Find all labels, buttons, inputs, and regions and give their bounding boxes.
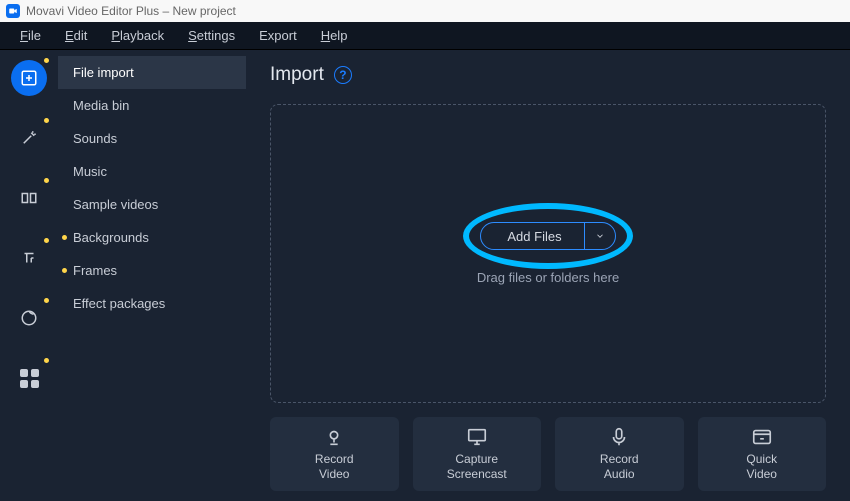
sidebar-item-label: Music <box>73 164 107 179</box>
sidebar-item-label: Sounds <box>73 131 117 146</box>
transition-icon <box>20 189 38 207</box>
rail-titles[interactable] <box>11 240 47 276</box>
sidebar-item-sample-videos[interactable]: Sample videos <box>58 188 246 221</box>
rail-import[interactable] <box>11 60 47 96</box>
sidebar-item-backgrounds[interactable]: Backgrounds <box>58 221 246 254</box>
help-icon[interactable]: ? <box>334 66 352 84</box>
content-panel: Import ? Add Files Drag files or folders… <box>246 50 850 501</box>
chevron-down-icon <box>595 231 605 241</box>
content-header: Import ? <box>270 64 826 86</box>
quick-video-button[interactable]: QuickVideo <box>698 417 827 491</box>
window-title-bar: Movavi Video Editor Plus – New project <box>0 0 850 22</box>
sidebar-item-effect-packages[interactable]: Effect packages <box>58 287 246 320</box>
add-files-label: Add Files <box>481 229 583 244</box>
sidebar-item-label: Sample videos <box>73 197 158 212</box>
sidebar-item-frames[interactable]: Frames <box>58 254 246 287</box>
new-dot-icon <box>62 268 67 273</box>
rail-dot-icon <box>44 58 49 63</box>
sticker-icon <box>20 309 38 327</box>
sidebar-item-label: Media bin <box>73 98 129 113</box>
dropzone[interactable]: Add Files Drag files or folders here <box>270 104 826 403</box>
camera-icon <box>323 426 345 448</box>
rail-dot-icon <box>44 178 49 183</box>
menu-file-rest: ile <box>28 28 41 43</box>
rail-dot-icon <box>44 238 49 243</box>
menu-edit[interactable]: Edit <box>55 24 97 47</box>
grid-icon <box>20 369 39 388</box>
left-icon-rail <box>0 50 58 501</box>
quick-video-icon <box>751 426 773 448</box>
add-files-dropdown[interactable] <box>585 231 615 241</box>
menu-settings[interactable]: Settings <box>178 24 245 47</box>
add-files-wrap: Add Files <box>480 222 615 250</box>
bottom-actions: RecordVideo CaptureScreencast RecordAudi… <box>270 417 826 491</box>
record-video-button[interactable]: RecordVideo <box>270 417 399 491</box>
rail-filters[interactable] <box>11 120 47 156</box>
sidebar-item-label: Effect packages <box>73 296 165 311</box>
wand-icon <box>20 129 38 147</box>
sidebar-item-label: File import <box>73 65 134 80</box>
menu-help[interactable]: Help <box>311 24 358 47</box>
menu-bar: File Edit Playback Settings Export Help <box>0 22 850 50</box>
sidebar-item-music[interactable]: Music <box>58 155 246 188</box>
menu-playback[interactable]: Playback <box>101 24 174 47</box>
plus-icon <box>20 69 38 87</box>
rail-dot-icon <box>44 358 49 363</box>
button-label: RecordVideo <box>315 452 354 482</box>
button-label: CaptureScreencast <box>447 452 507 482</box>
sidebar-item-label: Frames <box>73 263 117 278</box>
sidebar-item-file-import[interactable]: File import <box>58 56 246 89</box>
rail-stickers[interactable] <box>11 300 47 336</box>
sidebar-item-media-bin[interactable]: Media bin <box>58 89 246 122</box>
rail-more[interactable] <box>11 360 47 396</box>
monitor-icon <box>466 426 488 448</box>
menu-export[interactable]: Export <box>249 24 307 47</box>
capture-screencast-button[interactable]: CaptureScreencast <box>413 417 542 491</box>
rail-transitions[interactable] <box>11 180 47 216</box>
add-files-button[interactable]: Add Files <box>480 222 615 250</box>
dropzone-hint: Drag files or folders here <box>477 270 619 285</box>
microphone-icon <box>608 426 630 448</box>
rail-dot-icon <box>44 298 49 303</box>
page-title: Import <box>270 64 324 86</box>
menu-file[interactable]: File <box>10 24 51 47</box>
sidebar-item-label: Backgrounds <box>73 230 149 245</box>
record-audio-button[interactable]: RecordAudio <box>555 417 684 491</box>
text-icon <box>20 249 38 267</box>
app-icon <box>6 4 20 18</box>
sidebar: File import Media bin Sounds Music Sampl… <box>58 50 246 501</box>
new-dot-icon <box>62 235 67 240</box>
sidebar-item-sounds[interactable]: Sounds <box>58 122 246 155</box>
button-label: QuickVideo <box>746 452 777 482</box>
window-title: Movavi Video Editor Plus – New project <box>26 4 236 18</box>
button-label: RecordAudio <box>600 452 639 482</box>
rail-dot-icon <box>44 118 49 123</box>
